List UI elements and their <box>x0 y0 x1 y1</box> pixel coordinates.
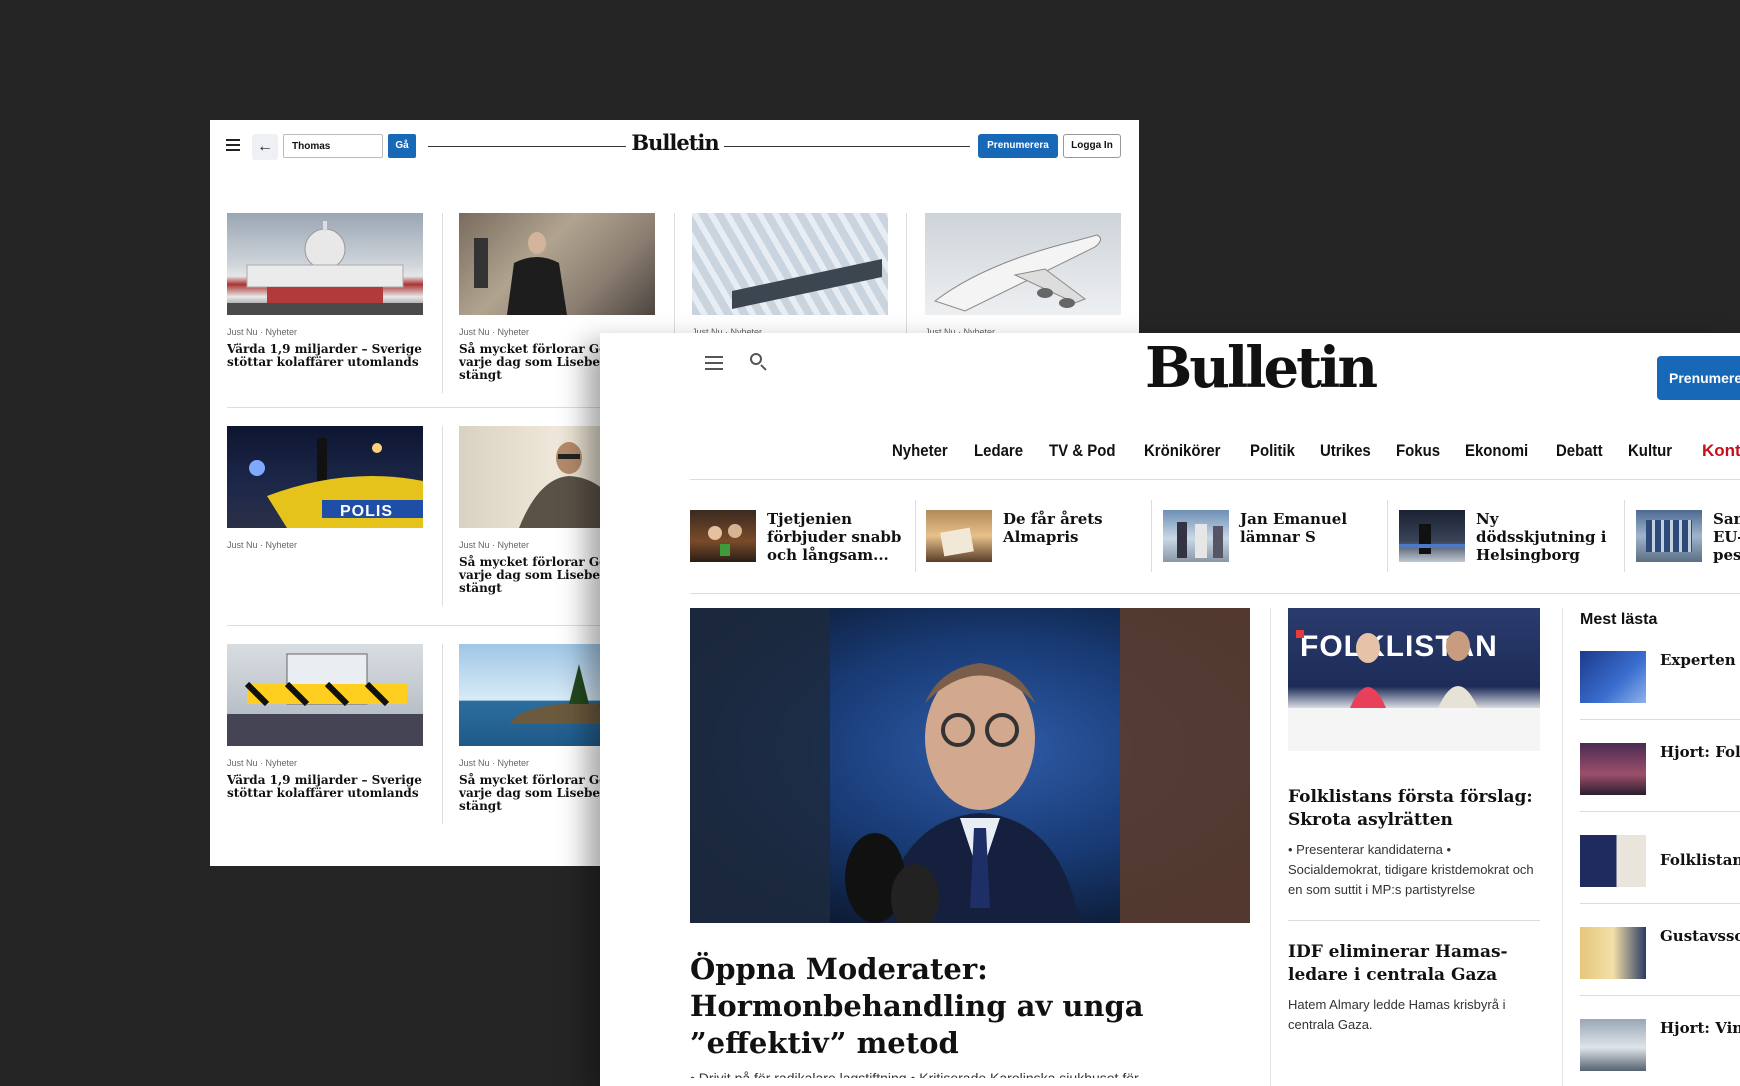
mid-headline[interactable]: Folklistans första förslag: Skrota asylr… <box>1288 786 1540 832</box>
ticker-divider <box>1387 500 1388 572</box>
ticker-item[interactable]: Jan Emanuel lämnar S <box>1163 510 1378 564</box>
site-logo[interactable]: Bulletin <box>1140 335 1380 401</box>
folklistan-image[interactable]: FOLKLISTAN <box>1288 608 1540 751</box>
most-read-divider <box>1580 719 1740 720</box>
article-card[interactable]: Just Nu · Nyheter <box>692 213 888 337</box>
ticker-thumbnail <box>1636 510 1702 562</box>
ticker-thumbnail <box>690 510 756 562</box>
mid-teaser: • Presenterar kandidaterna • Socialdemok… <box>1288 842 1534 897</box>
nav-item-nyheter[interactable]: Nyheter <box>892 441 948 461</box>
card-meta: Just Nu · Nyheter <box>227 327 298 337</box>
main-nav: Nyheter Ledare TV & Pod Krönikörer Polit… <box>892 441 1697 461</box>
header-rule-left <box>428 146 626 147</box>
ticker-thumbnail <box>1399 510 1465 562</box>
hospital-building-image <box>692 213 888 315</box>
article-card[interactable]: Just Nu · Nyheter Värda 1,9 miljarder – … <box>227 213 423 369</box>
ticker-item[interactable]: De får årets Almapris <box>926 510 1141 564</box>
nav-item-ekonomi[interactable]: Ekonomi <box>1465 441 1528 461</box>
article-card[interactable]: Just Nu · Nyheter Värda 1,9 miljarder – … <box>227 644 423 800</box>
login-button[interactable]: Logga In <box>1063 134 1121 158</box>
ticker-divider <box>1151 500 1152 572</box>
ticker-item[interactable]: Tjetjenien förbjuder snabb och långsam..… <box>690 510 905 564</box>
airplane-image <box>925 213 1121 315</box>
nav-item-kultur[interactable]: Kultur <box>1628 441 1672 461</box>
most-read-title: Experten om Folklistan: skålar Mag <box>1660 651 1740 669</box>
nav-item-ledare[interactable]: Ledare <box>974 441 1023 461</box>
ticker-title: Jan Emanuel lämnar S <box>1240 510 1348 546</box>
ticker-title: Tjetjenien förbjuder snabb och långsam..… <box>767 510 902 564</box>
nav-item-tv-pod[interactable]: TV & Pod <box>1049 441 1115 461</box>
header-rule-right <box>724 146 970 147</box>
column-divider <box>906 213 907 333</box>
most-read-title: Hjort: Folklistan ut att bli et <box>1660 743 1740 761</box>
article-card[interactable]: POLIS Just Nu · Nyheter <box>227 426 423 550</box>
mid-teaser-2: Hatem Almary ledde Hamas krisbyrå i cent… <box>1288 997 1506 1032</box>
ticker-divider <box>915 500 916 572</box>
column-divider <box>442 426 443 606</box>
back-arrow-icon[interactable]: ← <box>252 134 278 160</box>
mid-divider <box>1288 920 1540 921</box>
hero-image[interactable] <box>690 608 1250 923</box>
nav-item-kontakt[interactable]: Kontakt <box>1702 441 1740 461</box>
article-card[interactable]: Just Nu · Nyheter <box>925 213 1121 337</box>
capitol-image <box>227 213 423 315</box>
homepage-window: Bulletin Prenumerera Nyheter Ledare TV &… <box>600 333 1740 1086</box>
nav-item-fokus[interactable]: Fokus <box>1396 441 1440 461</box>
ticker-thumbnail <box>1163 510 1229 562</box>
most-read-title: Gustavsson granskade röstande – <box>1660 927 1740 945</box>
search-input[interactable] <box>283 134 383 158</box>
police-car-image: POLIS <box>227 426 423 528</box>
ticker-item[interactable]: Sanktioner: EU-pest <box>1636 510 1740 564</box>
nav-item-debatt[interactable]: Debatt <box>1556 441 1603 461</box>
most-read-thumbnail <box>1580 743 1646 795</box>
hero-teaser: • Drivit på för radikalare lagstiftning … <box>690 1070 1139 1078</box>
hero-headline[interactable]: Öppna Moderater: Hormonbehandling av ung… <box>690 951 1210 1062</box>
mid-headline-2[interactable]: IDF eliminerar Hamas-ledare i centrala G… <box>1288 941 1540 987</box>
most-read-thumbnail <box>1580 835 1646 887</box>
ticker-divider <box>1624 500 1625 572</box>
hamburger-menu-icon[interactable] <box>226 139 240 151</box>
most-read-divider <box>1580 995 1740 996</box>
most-read-divider <box>1580 903 1740 904</box>
card-title[interactable]: Värda 1,9 miljarder – Sverige stöttar ko… <box>227 774 423 800</box>
ticker-divider-bottom <box>690 593 1740 594</box>
column-divider <box>442 213 443 393</box>
police-label: POLIS <box>340 503 394 520</box>
site-logo[interactable]: Bulletin <box>630 130 720 155</box>
ticker-title: Sanktioner: EU-pest <box>1713 510 1740 564</box>
nav-item-politik[interactable]: Politik <box>1250 441 1295 461</box>
subscribe-button[interactable]: Prenumerera <box>1657 356 1740 400</box>
most-read-thumbnail <box>1580 927 1646 979</box>
column-divider <box>1562 608 1563 1086</box>
nav-item-kronikorer[interactable]: Krönikörer <box>1144 441 1220 461</box>
most-read-title: Folklistans <box>1660 851 1740 869</box>
nav-divider <box>690 479 1740 480</box>
ticker-title: De får årets Almapris <box>1003 510 1103 546</box>
nav-item-utrikes[interactable]: Utrikes <box>1320 441 1371 461</box>
column-divider <box>1270 608 1271 1086</box>
card-meta: Just Nu · Nyheter <box>227 758 298 768</box>
card-title[interactable]: Värda 1,9 miljarder – Sverige stöttar ko… <box>227 343 423 369</box>
most-read-thumbnail <box>1580 1019 1646 1071</box>
hamburger-menu-icon[interactable] <box>705 356 723 370</box>
bus-interior-image <box>227 644 423 746</box>
card-meta: Just Nu · Nyheter <box>227 540 298 550</box>
column-divider <box>674 213 675 333</box>
ticker-title: Ny dödsskjutning i Helsingborg <box>1476 510 1607 564</box>
go-button[interactable]: Gå <box>388 134 416 158</box>
man-walking-image <box>459 213 655 315</box>
most-read-heading: Mest lästa <box>1580 611 1658 628</box>
column-divider <box>442 644 443 824</box>
most-read-thumbnail <box>1580 651 1646 703</box>
most-read-divider <box>1580 811 1740 812</box>
ticker-item[interactable]: Ny dödsskjutning i Helsingborg <box>1399 510 1614 564</box>
subscribe-button[interactable]: Prenumerera <box>978 134 1058 158</box>
ticker-thumbnail <box>926 510 992 562</box>
most-read-title: Hjort: Vind ideologisk kapitalförs <box>1660 1019 1740 1037</box>
search-icon[interactable] <box>750 353 768 371</box>
